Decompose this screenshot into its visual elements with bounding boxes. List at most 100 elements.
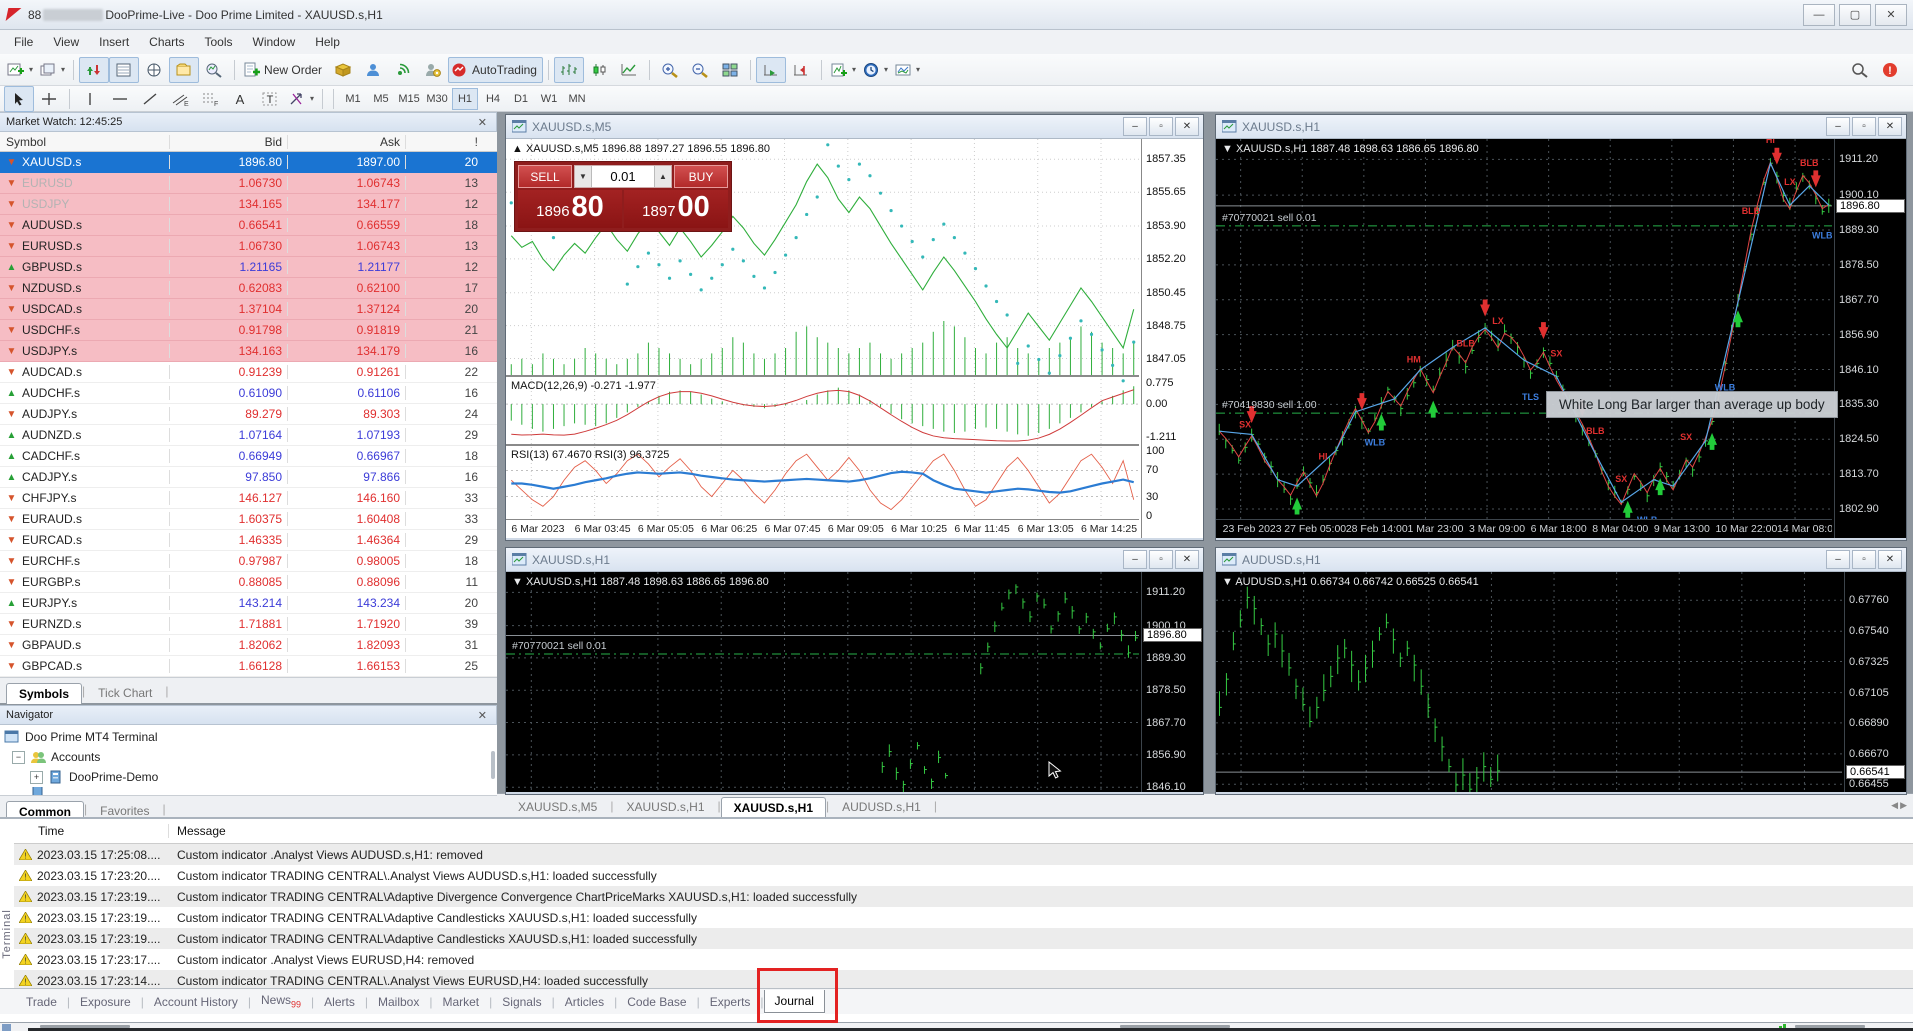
market-watch-row[interactable]: ▼EURNZD.s1.718811.7192039 [0, 614, 497, 635]
terminal-tab-mailbox[interactable]: Mailbox [368, 991, 429, 1013]
market-watch-row[interactable]: ▲EURJPY.s143.214143.23420 [0, 593, 497, 614]
market-watch-row[interactable]: ▼EURCAD.s1.463351.4636429 [0, 530, 497, 551]
autotrading-button[interactable]: AutoTrading [448, 57, 543, 83]
search-button[interactable] [1845, 57, 1875, 83]
new-chart-button[interactable]: ▾ [4, 57, 36, 83]
metaeditor-button[interactable] [328, 57, 358, 83]
bar-chart-button[interactable] [554, 57, 584, 83]
tree-item-accounts[interactable]: −Accounts [4, 747, 497, 767]
plot-area[interactable]: ▲ XAUUSD.s,M5 1896.88 1897.27 1896.55 18… [506, 139, 1139, 520]
market-watch-row[interactable]: ▼NZDUSD.s0.620830.6210017 [0, 278, 497, 299]
chart-window-titlebar[interactable]: XAUUSD.s,H1–▫✕ [1216, 115, 1906, 139]
terminal-tab-alerts[interactable]: Alerts [314, 991, 365, 1013]
market-watch-row[interactable]: ▼EURUSD1.067301.0674313 [0, 173, 497, 194]
navigator-button[interactable] [139, 57, 169, 83]
chart-close-button[interactable]: ✕ [1175, 117, 1199, 136]
market-watch-row[interactable]: ▲CADJPY.s97.85097.86616 [0, 467, 497, 488]
market-watch-row[interactable]: ▼XAUUSD.s1896.801897.0020 [0, 152, 497, 173]
chart-close-button[interactable]: ✕ [1175, 550, 1199, 569]
terminal-button[interactable] [169, 57, 199, 83]
expand-icon[interactable]: + [30, 771, 43, 784]
buy-button[interactable]: BUY [674, 165, 728, 188]
templates-button[interactable]: ▾ [891, 57, 923, 83]
experts-button[interactable] [418, 57, 448, 83]
menu-window[interactable]: Window [243, 32, 306, 52]
terminal-tab-articles[interactable]: Articles [555, 991, 614, 1013]
terminal-tab-experts[interactable]: Experts [700, 991, 761, 1013]
timeframe-w1[interactable]: W1 [536, 88, 562, 110]
hline-tool-button[interactable] [105, 86, 135, 112]
menu-insert[interactable]: Insert [89, 32, 139, 52]
close-button[interactable]: ✕ [1875, 4, 1907, 26]
sell-button[interactable]: SELL [518, 165, 572, 188]
market-watch-row[interactable]: ▼EURAUD.s1.603751.6040833 [0, 509, 497, 530]
chart-tab-2[interactable]: XAUUSD.s,H1 [721, 797, 826, 817]
plot-area[interactable]: SXWLBHIWLBHMBLBLXTLSSXBLBSXWLBSXWLBBLBHI… [1216, 139, 1832, 520]
help-button[interactable]: ! [1875, 57, 1905, 83]
tree-item-dooprime-demo[interactable]: +DooPrime-Demo [4, 767, 497, 787]
market-watch-row[interactable]: ▼USDCHF.s0.917980.9181921 [0, 320, 497, 341]
zoom-out-button[interactable] [685, 57, 715, 83]
market-watch-row[interactable]: ▲AUDNZD.s1.071641.0719329 [0, 425, 497, 446]
candlestick-chart-button[interactable] [584, 57, 614, 83]
terminal-tab-account-history[interactable]: Account History [144, 991, 248, 1013]
text-tool-button[interactable]: A [225, 86, 255, 112]
timeframe-h4[interactable]: H4 [480, 88, 506, 110]
chart-restore-button[interactable]: ▫ [1852, 550, 1876, 569]
market-watch-row[interactable]: ▲CADCHF.s0.669490.6696718 [0, 446, 497, 467]
sell-price[interactable]: 189680 [518, 190, 622, 228]
maximize-button[interactable]: ▢ [1839, 4, 1871, 26]
terminal-tab-news[interactable]: News99 [251, 989, 311, 1013]
tile-windows-button[interactable] [715, 57, 745, 83]
market-watch-close-icon[interactable]: ✕ [475, 116, 490, 129]
chart-close-button[interactable]: ✕ [1878, 550, 1902, 569]
collapse-icon[interactable]: − [12, 751, 25, 764]
label-tool-button[interactable]: T [255, 86, 285, 112]
trendline-tool-button[interactable] [135, 86, 165, 112]
terminal-tab-journal[interactable]: Journal [764, 990, 825, 1013]
zoom-in-button[interactable] [655, 57, 685, 83]
timeframe-h1[interactable]: H1 [452, 88, 478, 110]
chart-window-titlebar[interactable]: AUDUSD.s,H1–▫✕ [1216, 548, 1906, 572]
profiles-button[interactable]: ▾ [36, 57, 68, 83]
market-watch-row[interactable]: ▼GBPCAD.s1.661281.6615325 [0, 656, 497, 677]
crosshair-tool-button[interactable] [34, 86, 64, 112]
market-watch-row[interactable]: ▼CHFJPY.s146.127146.16033 [0, 488, 497, 509]
tab-symbols[interactable]: Symbols [6, 683, 82, 704]
tab-tick-chart[interactable]: Tick Chart [85, 682, 165, 703]
market-watch-button[interactable] [79, 57, 109, 83]
chart-restore-button[interactable]: ▫ [1852, 117, 1876, 136]
plot-area[interactable]: ▼ AUDUSD.s,H1 0.66734 0.66742 0.66525 0.… [1216, 572, 1842, 792]
menu-file[interactable]: File [4, 32, 43, 52]
chart-canvas[interactable]: #70770021 sell 0.01▼ XAUUSD.s,H1 1887.48… [506, 572, 1203, 792]
indicators-button[interactable]: ▾ [827, 57, 859, 83]
chart-minimize-button[interactable]: – [1826, 117, 1850, 136]
menu-tools[interactable]: Tools [195, 32, 243, 52]
terminal-tab-market[interactable]: Market [432, 991, 489, 1013]
market-watch-row[interactable]: ▼EURGBP.s0.880850.8809611 [0, 572, 497, 593]
market-watch-row[interactable]: ▼GBPAUD.s1.820621.8209331 [0, 635, 497, 656]
market-watch-row[interactable]: ▼EURUSD.s1.067301.0674313 [0, 236, 497, 257]
market-watch-row[interactable]: ▲GBPUSD.s1.211651.2117712 [0, 257, 497, 278]
navigator-scrollbar[interactable] [491, 751, 495, 779]
chart-canvas[interactable]: ▼ AUDUSD.s,H1 0.66734 0.66742 0.66525 0.… [1216, 572, 1906, 792]
timeframe-mn[interactable]: MN [564, 88, 590, 110]
minimize-button[interactable]: — [1803, 4, 1835, 26]
periods-button[interactable]: ▾ [859, 57, 891, 83]
fibonacci-tool-button[interactable]: F [195, 86, 225, 112]
chart-tab-3[interactable]: AUDUSD.s,H1 [829, 796, 934, 817]
scroll-right-icon[interactable]: ▶ [1900, 800, 1907, 811]
timeframe-m5[interactable]: M5 [368, 88, 394, 110]
market-watch-row[interactable]: ▼USDJPY.s134.163134.17916 [0, 341, 497, 362]
timeframe-m15[interactable]: M15 [396, 88, 422, 110]
chart-close-button[interactable]: ✕ [1878, 117, 1902, 136]
menu-view[interactable]: View [43, 32, 89, 52]
new-order-button[interactable]: New Order [240, 57, 328, 83]
volume-increase-button[interactable]: ▲ [654, 166, 671, 187]
channel-tool-button[interactable]: E [165, 86, 195, 112]
strategy-tester-button[interactable] [199, 57, 229, 83]
chart-canvas[interactable]: ▲ XAUUSD.s,M5 1896.88 1897.27 1896.55 18… [506, 139, 1203, 538]
plot-area[interactable]: #70770021 sell 0.01▼ XAUUSD.s,H1 1887.48… [506, 572, 1139, 792]
chart-shift-button[interactable] [786, 57, 816, 83]
cursor-tool-button[interactable] [4, 86, 34, 112]
